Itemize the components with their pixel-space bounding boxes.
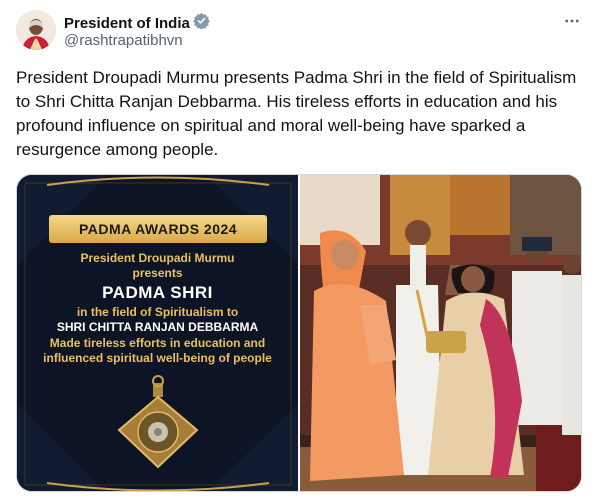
padma-medal-icon [117,375,199,469]
award-ceremony-photo[interactable] [300,175,581,491]
tweet-header: President of India @rashtrapatibhvn [16,10,583,54]
author-name-line: President of India [64,12,210,34]
author-handle[interactable]: @rashtrapatibhvn [64,32,183,49]
gov-verified-badge-icon [193,12,210,34]
tweet-media[interactable]: PADMA AWARDS 2024 President Droupadi Mur… [16,174,582,492]
author-avatar[interactable] [16,10,56,50]
author-display-name[interactable]: President of India [64,15,190,32]
more-options-icon[interactable] [561,10,583,32]
tweet-text: President Droupadi Murmu presents Padma … [16,68,577,159]
padma-award-card[interactable]: PADMA AWARDS 2024 President Droupadi Mur… [17,175,298,491]
